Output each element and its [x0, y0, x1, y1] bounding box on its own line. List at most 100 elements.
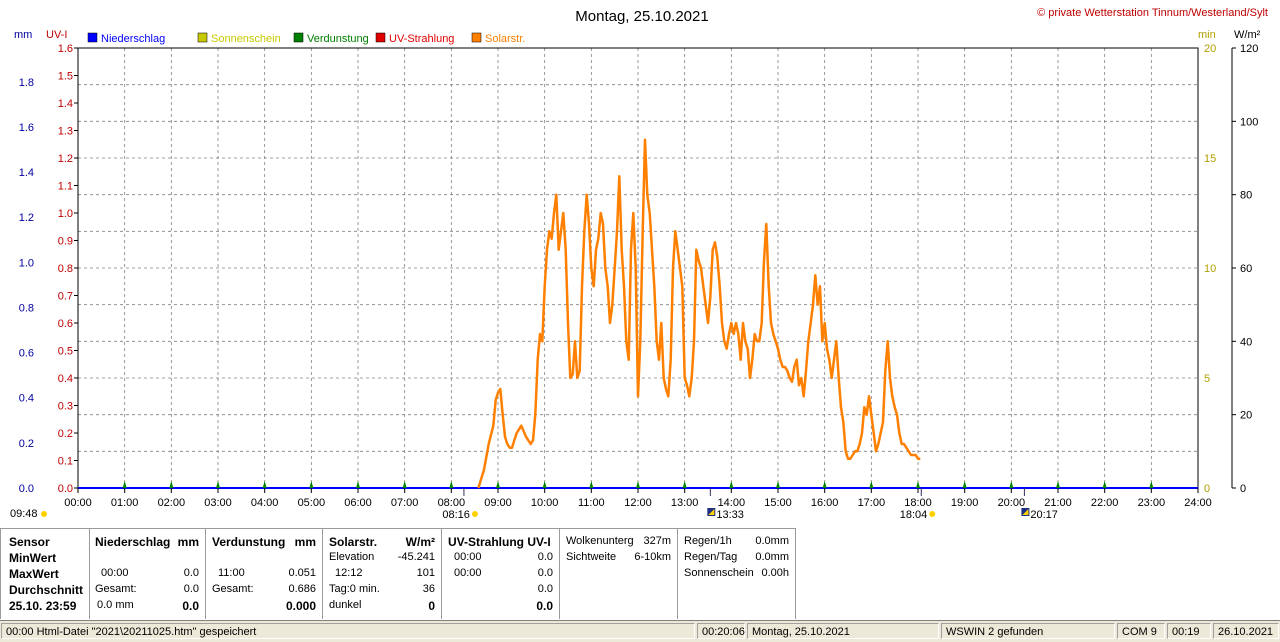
tick-wm2-3: 60 [1240, 263, 1252, 275]
rain-val-1: 0.0mm [755, 535, 789, 547]
status-wswin: WSWIN 2 gefunden [941, 623, 1115, 639]
solar-tag-val: 36 [422, 583, 435, 595]
marker-label-2: 18:04 [900, 509, 928, 521]
tick-uv-15: 1.5 [58, 71, 73, 83]
marker-label-1: 13:33 [716, 509, 744, 521]
tick-x-7: 07:00 [391, 497, 419, 509]
panel-rain: Regen/1h 0.0mm Regen/Tag 0.0mm Sonnensch… [678, 528, 796, 619]
tick-mm-6: 1.2 [19, 212, 34, 224]
tick-uv-8: 0.8 [58, 263, 73, 275]
evap-mark-17 [869, 481, 874, 488]
axis-label-uv: UV-I [46, 29, 67, 41]
verdunstung-total-label: Gesamt: [212, 583, 254, 595]
tick-mm-8: 1.6 [19, 122, 34, 134]
tick-min-4: 20 [1204, 43, 1216, 55]
evap-mark-1 [122, 481, 127, 488]
cloud-label-2: Sichtweite [566, 551, 617, 563]
evap-mark-4 [262, 481, 267, 488]
solar-dunkel-label: dunkel [329, 599, 362, 611]
tick-wm2-6: 120 [1240, 43, 1258, 55]
panel-uv: UV-Strahlung UV-I 00:00 0.0 00:00 0.0 0.… [442, 528, 560, 619]
tick-wm2-0: 0 [1240, 483, 1246, 495]
tick-uv-16: 1.6 [58, 43, 73, 55]
panel-sensor: Sensor MinWert MaxWert Durchschnitt 25.1… [0, 528, 90, 619]
weather-chart: Montag, 25.10.2021 © private Wetterstati… [10, 7, 1268, 521]
uv-min-time: 00:00 [454, 551, 482, 563]
panel-solar: Solarstr. W/m² Elevation -45.241 12:12 1… [323, 528, 442, 619]
panel-cloud: Wolkenunterg 327m Sichtweite 6-10km [560, 528, 678, 619]
tick-uv-10: 1.0 [58, 208, 73, 220]
tick-min-2: 10 [1204, 263, 1216, 275]
status-date: Montag, 25.10.2021 [747, 623, 939, 639]
legend-swatch-0 [87, 32, 98, 43]
tick-x-0: 00:00 [64, 497, 92, 509]
tick-x-14: 14:00 [718, 497, 746, 509]
panel-verdunstung: Verdunstung mm 11:00 0.051 Gesamt: 0.686… [206, 528, 323, 619]
evap-mark-21 [1056, 481, 1060, 488]
tick-x-24: 24:00 [1184, 497, 1212, 509]
verdunstung-unit: mm [294, 535, 316, 549]
tick-x-22: 22:00 [1091, 497, 1119, 509]
niederschlag-max-val: 0.0 [183, 567, 199, 579]
tick-mm-1: 0.2 [19, 438, 34, 450]
tick-uv-9: 0.9 [58, 236, 73, 248]
legend-swatch-3 [375, 32, 386, 43]
series-solar-line [477, 138, 921, 489]
tick-x-13: 13:00 [671, 497, 699, 509]
rain-label-3: Sonnenschein [684, 567, 754, 579]
tick-x-20: 20:00 [998, 497, 1026, 509]
tick-uv-14: 1.4 [58, 98, 73, 110]
uv-min-val: 0.0 [537, 551, 553, 563]
evap-mark-14 [729, 481, 734, 488]
tick-mm-5: 1.0 [19, 257, 34, 269]
tick-x-11: 11:00 [578, 497, 605, 509]
tick-uv-1: 0.1 [58, 456, 73, 468]
sensor-header: Sensor [9, 535, 50, 549]
evap-mark-12 [636, 481, 640, 488]
tick-mm-9: 1.8 [19, 77, 34, 89]
evap-mark-2 [169, 481, 174, 488]
solar-title: Solarstr. [329, 535, 378, 549]
tick-uv-13: 1.3 [58, 126, 73, 138]
uv-title: UV-Strahlung UV-I [448, 535, 551, 549]
tick-uv-12: 1.2 [58, 153, 73, 165]
chart-grid [78, 48, 1198, 488]
tick-x-2: 02:00 [158, 497, 186, 509]
uv-cur-val: 0.0 [536, 599, 553, 613]
tick-wm2-2: 40 [1240, 336, 1252, 348]
solar-max-time: 12:12 [335, 567, 363, 579]
uv-max-time: 00:00 [454, 567, 482, 579]
tick-x-16: 16:00 [811, 497, 839, 509]
tick-x-8: 08:00 [438, 497, 466, 509]
sensor-durchschnitt: Durchschnitt [9, 583, 84, 597]
ticks-x: 00:00 01:00 02:00 03:00 04:00 05:00 06:00 07:00… [64, 488, 1212, 509]
tick-x-19: 19:00 [951, 497, 979, 509]
verdunstung-max-val: 0.051 [288, 567, 316, 579]
rain-val-2: 0.0mm [755, 551, 789, 563]
evap-mark-11 [589, 481, 594, 488]
solar-unit: W/m² [405, 535, 435, 549]
niederschlag-avg-left: 0.0 mm [97, 599, 134, 611]
evap-mark-8 [449, 481, 454, 488]
sensor-minwert: MinWert [9, 551, 57, 565]
tick-uv-5: 0.5 [58, 346, 73, 358]
tick-uv-4: 0.4 [58, 373, 73, 385]
ticks-uv: 0.0 0.1 0.2 0.3 0.4 0.5 0.6 0.7 0.8 0.9 1.0 1.1 1.2 1… [58, 43, 78, 495]
copyright-text: © private Wetterstation Tinnum/Westerlan… [1037, 7, 1268, 19]
cloud-label-1: Wolkenunterg [566, 535, 634, 547]
evaporation-marks [122, 481, 1154, 488]
legend-label-0: Niederschlag [101, 33, 165, 45]
tick-mm-4: 0.8 [19, 302, 34, 314]
left-marker-sun-icon [41, 511, 47, 517]
cloud-val-1: 327m [643, 535, 671, 547]
evap-mark-10 [542, 481, 547, 488]
evap-mark-18 [916, 481, 920, 488]
sensor-current: 25.10. 23:59 [9, 599, 77, 613]
marker-sun-icon-2 [929, 511, 936, 517]
marker-label-0: 08:16 [442, 509, 470, 521]
marker-label-3: 20:17 [1030, 509, 1058, 521]
tick-x-3: 03:00 [204, 497, 232, 509]
evap-mark-16 [822, 481, 827, 488]
verdunstung-avg-right: 0.000 [285, 599, 316, 613]
cloud-val-2: 6-10km [634, 551, 671, 563]
